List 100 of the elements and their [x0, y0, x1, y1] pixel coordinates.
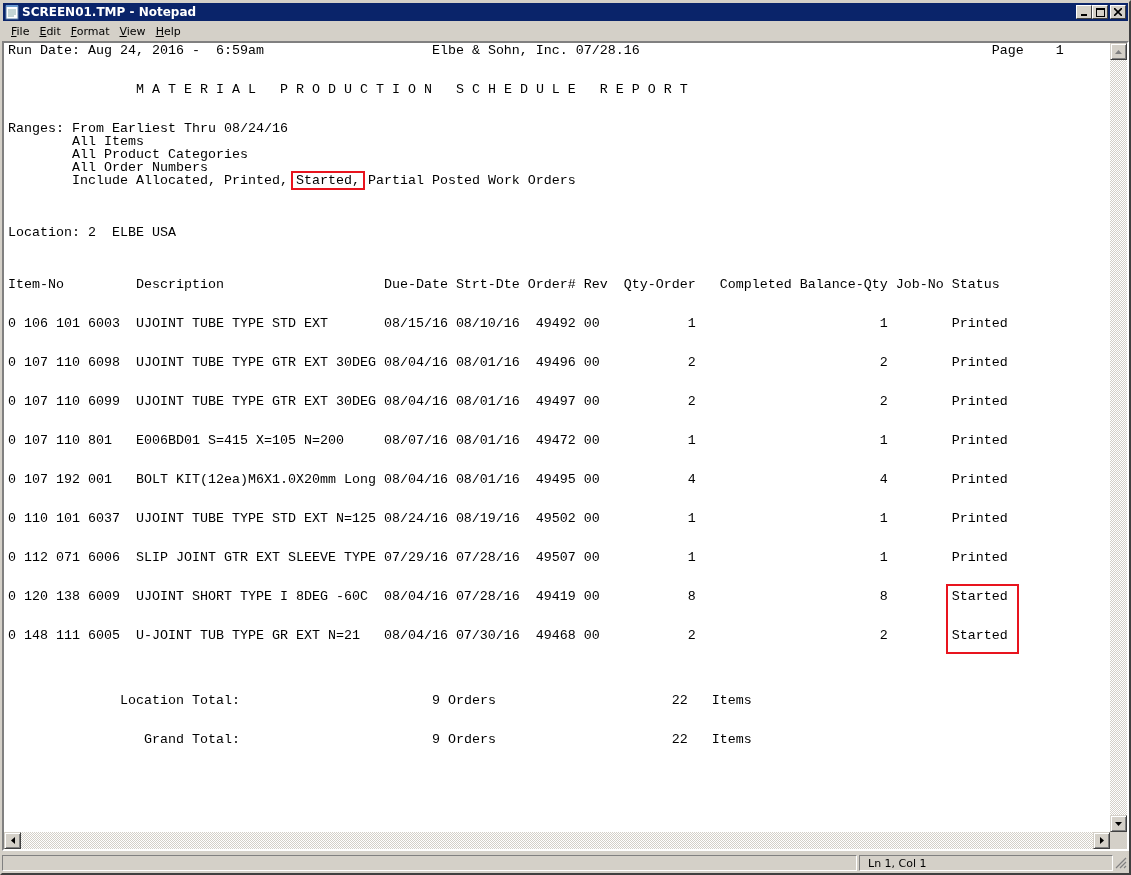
page-label: Page — [991, 44, 1025, 57]
menu-item[interactable]: View — [114, 24, 151, 38]
table-cell-text: 1 — [878, 434, 888, 447]
table-cell-text: 49495 — [534, 473, 576, 486]
table-cell-text: 08/01/16 — [455, 395, 521, 408]
table-cell: Started — [951, 629, 1008, 642]
table-cell-text: 00 — [583, 512, 601, 525]
table-cell-text: SLIP JOINT GTR EXT SLEEVE TYPE — [135, 551, 377, 564]
table-cell-text: 1 — [686, 551, 696, 564]
total-label: Grand Total: — [142, 733, 240, 746]
table-cell: Printed — [951, 512, 1008, 525]
table-cell-text: 00 — [583, 590, 601, 603]
menu-item[interactable]: Help — [150, 24, 186, 38]
scroll-left-button[interactable] — [4, 832, 21, 849]
table-cell: Printed — [951, 356, 1008, 369]
left-triangle-icon — [10, 837, 15, 844]
close-button[interactable] — [1110, 5, 1126, 19]
table-cell: Started — [951, 590, 1008, 603]
table-cell-text: 08/04/16 — [383, 473, 449, 486]
table-cell-text: 49492 — [534, 317, 576, 330]
table-cell-text: 49468 — [534, 629, 576, 642]
table-cell-text: 00 — [583, 434, 601, 447]
cursor-position: Ln 1, Col 1 — [859, 855, 1113, 871]
table-cell-text: 00 — [583, 473, 601, 486]
range-text: Include Allocated, Printed, — [72, 174, 288, 187]
table-cell-text: 49419 — [534, 590, 576, 603]
location-text: Location: 2 ELBE USA — [8, 226, 176, 239]
table-cell-text: 4 — [686, 473, 696, 486]
table-cell-text: 4 — [878, 473, 888, 486]
table-cell: Printed — [951, 434, 1008, 447]
table-cell-text: E006BD01 S=415 X=105 N=200 — [135, 434, 345, 447]
down-triangle-icon — [1115, 821, 1122, 826]
table-cell-text: 1 — [878, 551, 888, 564]
total-label: Location Total: — [118, 694, 240, 707]
column-header: Rev — [583, 278, 609, 291]
scroll-up-button[interactable] — [1110, 43, 1127, 60]
column-header: Balance-Qty — [799, 278, 889, 291]
column-header: Description — [135, 278, 225, 291]
table-cell-text: U-JOINT TUB TYPE GR EXT N=21 — [135, 629, 361, 642]
menu-item[interactable]: Format — [65, 24, 115, 38]
report-title: M A T E R I A L P R O D U C T I O N S C H E D U L E R E P O R T — [135, 83, 688, 96]
maximize-icon — [1095, 7, 1105, 17]
table-cell-text: 1 — [686, 317, 696, 330]
table-cell-text: 49502 — [534, 512, 576, 525]
table-cell-text: 0 148 111 6005 — [8, 629, 121, 642]
menu-item[interactable]: Edit — [34, 24, 66, 38]
range-text: Partial Posted Work Orders — [367, 174, 576, 187]
column-header: Item-No — [8, 278, 65, 291]
resize-grip-icon[interactable] — [1115, 857, 1127, 869]
table-cell-text: 2 — [878, 629, 888, 642]
table-cell-text: 07/30/16 — [455, 629, 521, 642]
table-cell-text: 49496 — [534, 356, 576, 369]
table-cell-text: 08/07/16 — [383, 434, 449, 447]
scroll-right-button[interactable] — [1093, 832, 1110, 849]
table-cell-text: 2 — [686, 356, 696, 369]
table-cell-text: 08/04/16 — [383, 356, 449, 369]
vertical-scrollbar[interactable] — [1110, 43, 1127, 832]
table-cell-text: 1 — [686, 512, 696, 525]
table-cell-text: 0 107 110 801 — [8, 434, 113, 447]
table-cell-text: 08/04/16 — [383, 629, 449, 642]
maximize-button[interactable] — [1092, 5, 1108, 19]
table-cell-text: 08/01/16 — [455, 434, 521, 447]
table-cell-text: 2 — [686, 629, 696, 642]
column-header: Order# — [527, 278, 577, 291]
table-cell-text: 00 — [583, 317, 601, 330]
total-unit: Items — [711, 694, 752, 707]
notepad-icon — [5, 4, 19, 20]
column-header: Qty-Order — [623, 278, 697, 291]
table-cell-text: 1 — [878, 512, 888, 525]
table-cell-text: UJOINT TUBE TYPE STD EXT N=125 — [135, 512, 377, 525]
table-cell-text: 0 110 101 6037 — [8, 512, 121, 525]
table-cell-text: 8 — [878, 590, 888, 603]
table-cell-text: BOLT KIT(12ea)M6X1.0X20mm Long — [135, 473, 377, 486]
scroll-down-button[interactable] — [1110, 815, 1127, 832]
table-cell-text: 0 107 110 6098 — [8, 356, 121, 369]
minimize-button[interactable] — [1076, 5, 1092, 19]
table-cell-text: 08/24/16 — [383, 512, 449, 525]
table-cell-text: 0 107 110 6099 — [8, 395, 121, 408]
table-cell-text: 08/04/16 — [383, 395, 449, 408]
total-orders: 9 Orders — [431, 694, 497, 707]
table-cell-text: 07/28/16 — [455, 551, 521, 564]
table-cell-text: 49507 — [534, 551, 576, 564]
ranges-label: Ranges: — [8, 122, 65, 135]
window-title: SCREEN01.TMP - Notepad — [22, 5, 198, 19]
table-cell-text: 08/01/16 — [455, 356, 521, 369]
table-cell-text: UJOINT TUBE TYPE GTR EXT 30DEG — [135, 356, 377, 369]
column-header: Status — [951, 278, 1000, 291]
table-cell-text: 2 — [878, 395, 888, 408]
table-cell-text: 8 — [686, 590, 696, 603]
table-cell-text: 08/04/16 — [383, 590, 449, 603]
table-cell: Printed — [951, 395, 1008, 408]
table-cell-text: UJOINT SHORT TYPE I 8DEG -60C — [135, 590, 369, 603]
table-cell-text: 0 106 101 6003 — [8, 317, 121, 330]
range-text: All Items — [72, 135, 144, 148]
range-text: All Product Categories — [72, 148, 248, 161]
horizontal-scrollbar[interactable] — [4, 832, 1110, 849]
page-number: 1 — [1055, 44, 1064, 57]
menu-item[interactable]: File — [6, 24, 35, 38]
run-date-text: Run Date: Aug 24, 2016 - 6:59am — [8, 44, 265, 57]
table-cell-text: 2 — [686, 395, 696, 408]
